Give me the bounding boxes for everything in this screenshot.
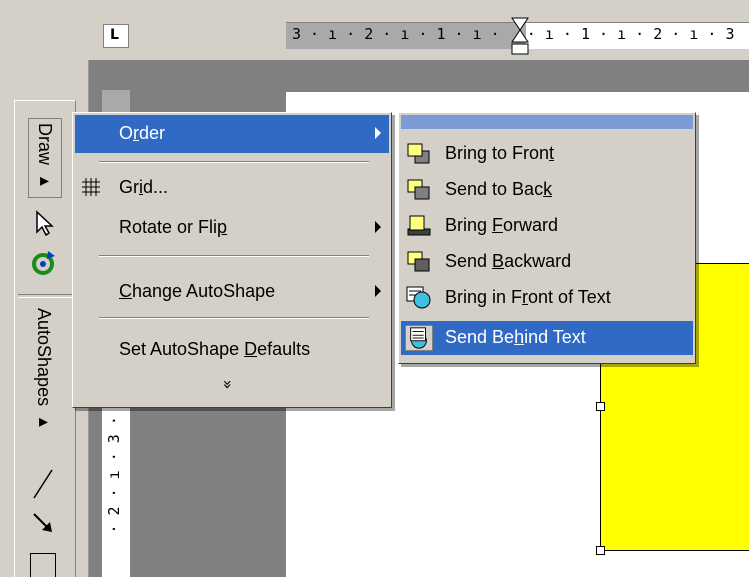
tab-selector-label: L	[110, 27, 119, 43]
menu-item-rotate-or-flip[interactable]: Rotate or Flip	[75, 209, 389, 247]
bring-to-front-icon	[407, 143, 430, 164]
draw-menu: Order Grid... Rotate or Flip Change Auto…	[72, 112, 392, 408]
menu-item-change-autoshape[interactable]: Change AutoShape	[75, 273, 389, 311]
submenu-item-bring-in-front-of-text[interactable]: Bring in Front of Text	[401, 281, 693, 315]
select-objects-icon[interactable]	[28, 208, 58, 238]
resize-handle[interactable]	[596, 402, 605, 411]
menu-item-set-autoshape-defaults[interactable]: Set AutoShape Defaults	[75, 331, 389, 369]
send-to-back-icon	[407, 179, 430, 200]
bring-in-front-of-text-icon	[406, 286, 431, 309]
submenu-item-label: Bring Forward	[445, 215, 559, 235]
menu-item-label: Grid...	[119, 177, 169, 197]
submenu-item-bring-to-front[interactable]: Bring to Front	[401, 137, 693, 171]
menu-item-label: Change AutoShape	[119, 281, 276, 301]
menu-item-grid[interactable]: Grid...	[75, 169, 389, 207]
send-behind-text-icon	[405, 325, 433, 351]
tab-selector-button[interactable]: L	[103, 24, 129, 48]
free-rotate-icon[interactable]	[28, 248, 58, 278]
order-submenu: Bring to Front Send to Back Bring Forwar…	[398, 112, 696, 364]
toolbar-separator	[18, 294, 72, 298]
submenu-item-label: Bring in Front of Text	[445, 287, 611, 307]
submenu-item-label: Send Backward	[445, 251, 572, 271]
autoshapes-menu-label: AutoShapes ▸	[34, 308, 54, 433]
submenu-item-send-to-back[interactable]: Send to Back	[401, 173, 693, 207]
menu-separator	[99, 255, 369, 257]
submenu-arrow-icon	[375, 127, 381, 139]
menu-separator	[99, 317, 369, 319]
rectangle-tool-icon[interactable]	[30, 553, 56, 577]
send-backward-icon	[407, 251, 430, 272]
submenu-item-bring-forward[interactable]: Bring Forward	[401, 209, 693, 243]
submenu-arrow-icon	[375, 221, 381, 233]
menu-item-order[interactable]: Order	[75, 115, 389, 153]
line-tool-icon[interactable]	[28, 464, 58, 504]
submenu-item-send-behind-text[interactable]: Send Behind Text	[401, 321, 693, 355]
resize-handle[interactable]	[596, 546, 605, 555]
menu-item-label: Set AutoShape Defaults	[119, 339, 311, 359]
menu-item-label: Rotate or Flip	[119, 217, 228, 237]
grid-icon	[82, 178, 100, 196]
menu-separator	[99, 161, 369, 163]
arrow-tool-icon[interactable]	[28, 508, 58, 538]
submenu-item-send-backward[interactable]: Send Backward	[401, 245, 693, 279]
submenu-item-label: Send to Back	[445, 179, 553, 199]
indent-marker-icon[interactable]	[510, 16, 530, 56]
autoshapes-menu-button[interactable]: AutoShapes ▸	[28, 304, 62, 454]
bring-forward-icon	[407, 215, 431, 236]
submenu-arrow-icon	[375, 285, 381, 297]
draw-menu-button[interactable]: Draw ▸	[28, 118, 62, 198]
submenu-item-label: Bring to Front	[445, 143, 555, 163]
menu-item-label: Order	[119, 123, 166, 143]
submenu-item-label: Send Behind Text	[445, 327, 586, 347]
document-background	[130, 60, 749, 90]
expand-menu-chevron-icon[interactable]: »	[218, 380, 237, 390]
draw-menu-label: Draw ▸	[35, 123, 55, 192]
submenu-title-bar[interactable]	[401, 115, 693, 129]
